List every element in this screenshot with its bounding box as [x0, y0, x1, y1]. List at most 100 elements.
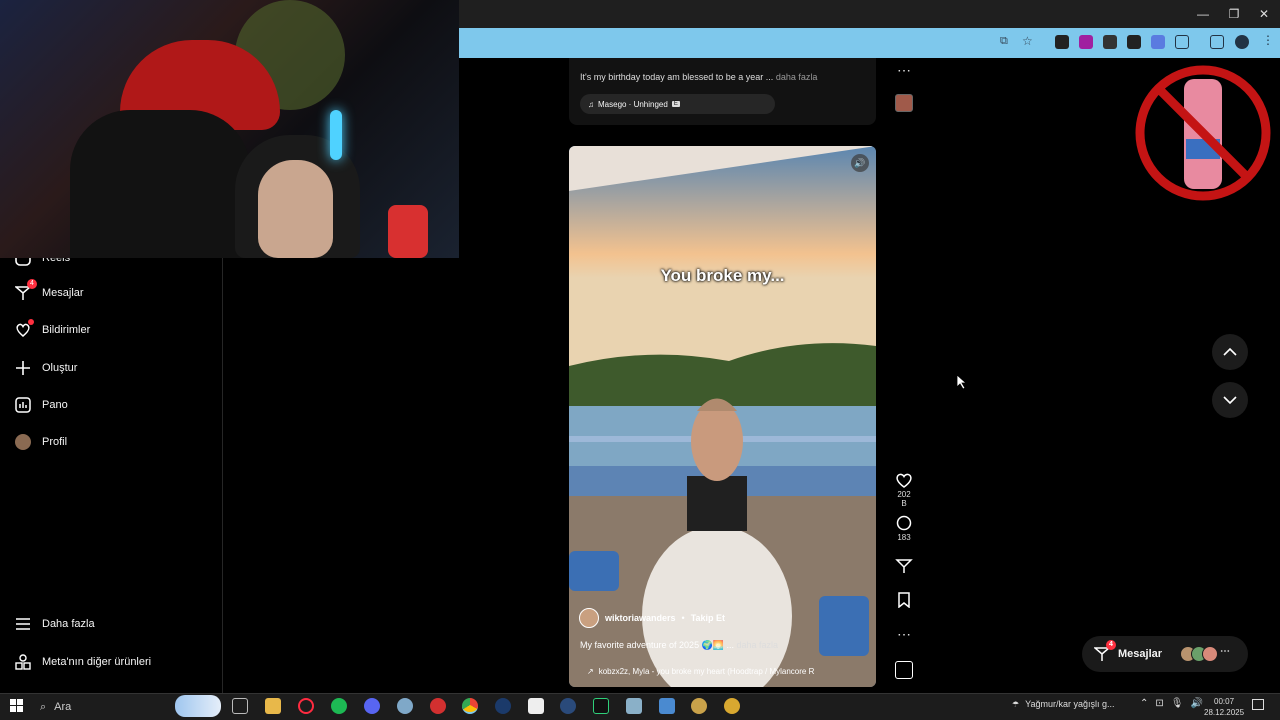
search-icon: ⌕ — [40, 700, 47, 713]
notification-badge: 4 — [27, 279, 37, 289]
follow-button[interactable]: Takip Et — [691, 613, 725, 623]
comment-icon — [896, 515, 912, 531]
clock[interactable]: 00:07 28.12.2025 — [1204, 696, 1244, 718]
sidebar-item-messages[interactable]: 4 Mesajlar — [14, 279, 84, 305]
profile-icon[interactable] — [1235, 35, 1249, 49]
app-icon[interactable] — [397, 698, 413, 714]
comment-button[interactable]: 183 — [894, 515, 914, 542]
audio-chip[interactable]: ♫ Masego · Unhinged E — [580, 94, 775, 114]
microphone-icon[interactable]: 🎙 — [1171, 698, 1184, 709]
sidebar-item-profile[interactable]: Profil — [14, 430, 67, 454]
webcam-overlay — [0, 0, 459, 258]
audio-thumbnail[interactable] — [895, 661, 913, 679]
heart-icon — [896, 473, 912, 488]
drink-can — [388, 205, 428, 258]
next-reel-button[interactable] — [1212, 382, 1248, 418]
volume-icon[interactable]: 🔊 — [1190, 698, 1202, 709]
extension-icon[interactable] — [1151, 35, 1165, 49]
previous-reel-button[interactable] — [1212, 334, 1248, 370]
task-view-icon[interactable] — [232, 698, 248, 714]
opera-icon[interactable] — [298, 698, 314, 714]
messages-button[interactable]: 4 Mesajlar ⋯ — [1082, 636, 1248, 672]
app-icon[interactable] — [430, 698, 446, 714]
notifications-icon[interactable] — [1252, 699, 1264, 710]
like-button[interactable]: 202 B — [894, 472, 914, 508]
notepad-icon[interactable] — [528, 698, 544, 714]
reel-audio[interactable]: ↗ kobzx2z, Myla - you broke my heart (Ho… — [587, 667, 815, 676]
chrome-icon[interactable] — [462, 698, 478, 714]
messenger-icon: 4 — [14, 279, 37, 302]
sidebar: Reels 4 Mesajlar Bildirimler Oluştur Pan… — [0, 250, 223, 693]
audio-arrow-icon: ↗ — [587, 667, 594, 676]
person-face — [258, 160, 333, 258]
more-options-icon[interactable]: ⋯ — [894, 626, 914, 643]
browser-menu-icon[interactable]: ⋮ — [1262, 33, 1274, 47]
file-explorer-icon[interactable] — [265, 698, 281, 714]
steam-icon[interactable] — [560, 698, 576, 714]
share-button[interactable] — [894, 558, 914, 576]
more-link[interactable]: daha fazla — [737, 640, 779, 650]
sidebar-item-more[interactable]: Daha fazla — [14, 612, 95, 636]
author-avatar[interactable] — [579, 608, 599, 628]
media-control-icon[interactable] — [1210, 35, 1224, 49]
sidebar-item-meta-products[interactable]: Meta'nın diğer ürünleri — [14, 650, 151, 674]
close-button[interactable]: ✕ — [1249, 4, 1279, 24]
sidebar-item-dashboard[interactable]: Pano — [14, 393, 68, 417]
network-icon[interactable]: ⊡ — [1155, 698, 1163, 709]
heart-icon — [14, 319, 34, 339]
sidebar-item-create[interactable]: Oluştur — [14, 356, 77, 380]
reel-video[interactable]: 🔊 You broke my... wiktoriawanders • Taki… — [569, 146, 876, 687]
sidebar-item-label: Profil — [42, 436, 68, 448]
install-app-icon[interactable]: ⧉ — [1000, 35, 1008, 48]
share-icon — [895, 559, 913, 573]
post-caption: It's my birthday today am blessed to be … — [580, 72, 818, 82]
spotify-icon[interactable] — [331, 698, 347, 714]
more-options-icon[interactable]: ⋯ — [894, 62, 914, 79]
notification-badge: 4 — [1106, 640, 1116, 650]
messages-label: Mesajlar — [1118, 648, 1163, 660]
explicit-badge: E — [671, 101, 680, 107]
weather-icon: ☂ — [1012, 699, 1020, 709]
app-icon[interactable] — [626, 698, 642, 714]
system-tray: ⌃ ⊡ 🎙 🔊 — [1140, 698, 1203, 709]
terminal-icon[interactable] — [593, 698, 609, 714]
gaming-chair — [70, 110, 250, 258]
more-link[interactable]: daha fazla — [776, 72, 818, 82]
sidebar-item-label: Oluştur — [42, 362, 78, 374]
windows-start-icon[interactable] — [10, 699, 23, 717]
sidebar-item-label: Daha fazla — [42, 618, 95, 630]
league-of-legends-icon[interactable] — [691, 698, 707, 714]
meta-products-icon — [14, 653, 32, 671]
more-icon: ⋯ — [1220, 646, 1231, 657]
extension-icon[interactable] — [1055, 35, 1069, 49]
extension-icon[interactable] — [1079, 35, 1093, 49]
extension-icon[interactable] — [1127, 35, 1141, 49]
audio-thumbnail[interactable] — [895, 94, 913, 112]
separator-dot: • — [681, 613, 685, 623]
neon-light — [330, 110, 342, 160]
chevron-up-icon[interactable]: ⌃ — [1140, 698, 1148, 709]
sidebar-item-notifications[interactable]: Bildirimler — [14, 318, 90, 342]
extension-icon[interactable] — [1103, 35, 1117, 49]
no-drink-sticker — [1134, 64, 1272, 202]
date: 28.12.2025 — [1204, 708, 1245, 717]
sidebar-item-label: Mesajlar — [42, 287, 84, 299]
minimize-button[interactable]: — — [1188, 4, 1218, 24]
app-icon[interactable] — [659, 698, 675, 714]
extensions-puzzle-icon[interactable] — [1175, 35, 1189, 49]
save-button[interactable] — [894, 592, 914, 610]
bookmark-star-icon[interactable]: ☆ — [1022, 34, 1033, 48]
search-highlight-image — [175, 695, 221, 717]
previous-post-card: It's my birthday today am blessed to be … — [569, 58, 876, 125]
reel-caption-text: My favorite adventure of 2025 🌍🌅 ... dah… — [580, 640, 779, 650]
steam-icon[interactable] — [495, 698, 511, 714]
reel-overlay-text: You broke my... — [660, 266, 785, 285]
app-icon[interactable] — [724, 698, 740, 714]
author-username[interactable]: wiktoriawanders — [605, 613, 676, 623]
sound-on-icon[interactable]: 🔊 — [851, 154, 869, 172]
weather-widget[interactable]: ☂ Yağmur/kar yağışlı g... — [1012, 699, 1115, 709]
restore-button[interactable]: ❐ — [1219, 4, 1249, 24]
discord-icon[interactable] — [364, 698, 380, 714]
search-placeholder: Ara — [54, 701, 72, 713]
profile-avatar — [14, 433, 32, 451]
